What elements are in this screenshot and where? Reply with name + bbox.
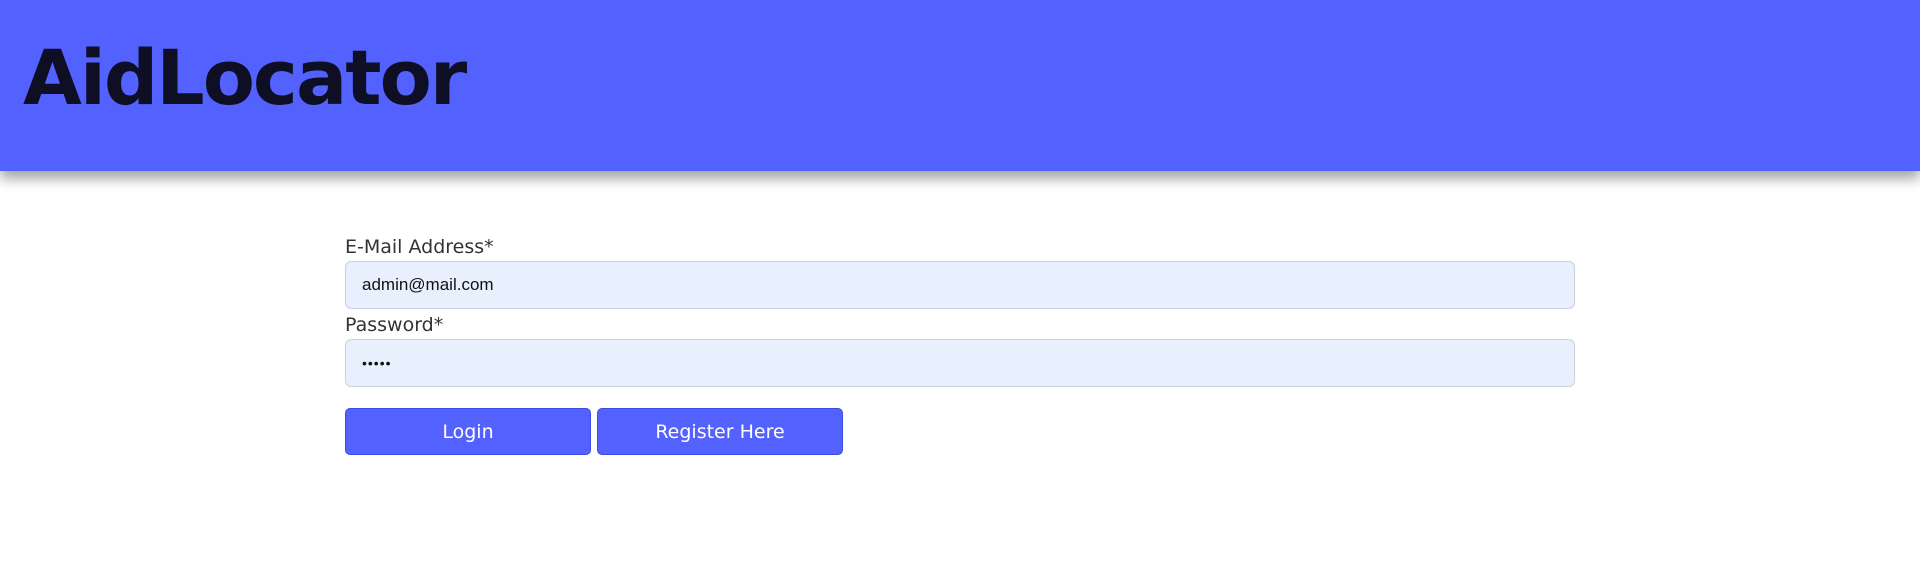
form-actions: Login Register Here	[345, 408, 1575, 455]
login-form: E-Mail Address* admin@mail.com Password*…	[345, 233, 1575, 455]
register-button[interactable]: Register Here	[597, 408, 843, 455]
password-field[interactable]: •••••	[345, 339, 1575, 387]
login-button[interactable]: Login	[345, 408, 591, 455]
email-field[interactable]: admin@mail.com	[345, 261, 1575, 309]
email-label: E-Mail Address*	[345, 236, 494, 258]
password-label: Password*	[345, 314, 444, 336]
app-header: AidLocator	[0, 0, 1920, 171]
brand-title: AidLocator	[23, 33, 467, 122]
